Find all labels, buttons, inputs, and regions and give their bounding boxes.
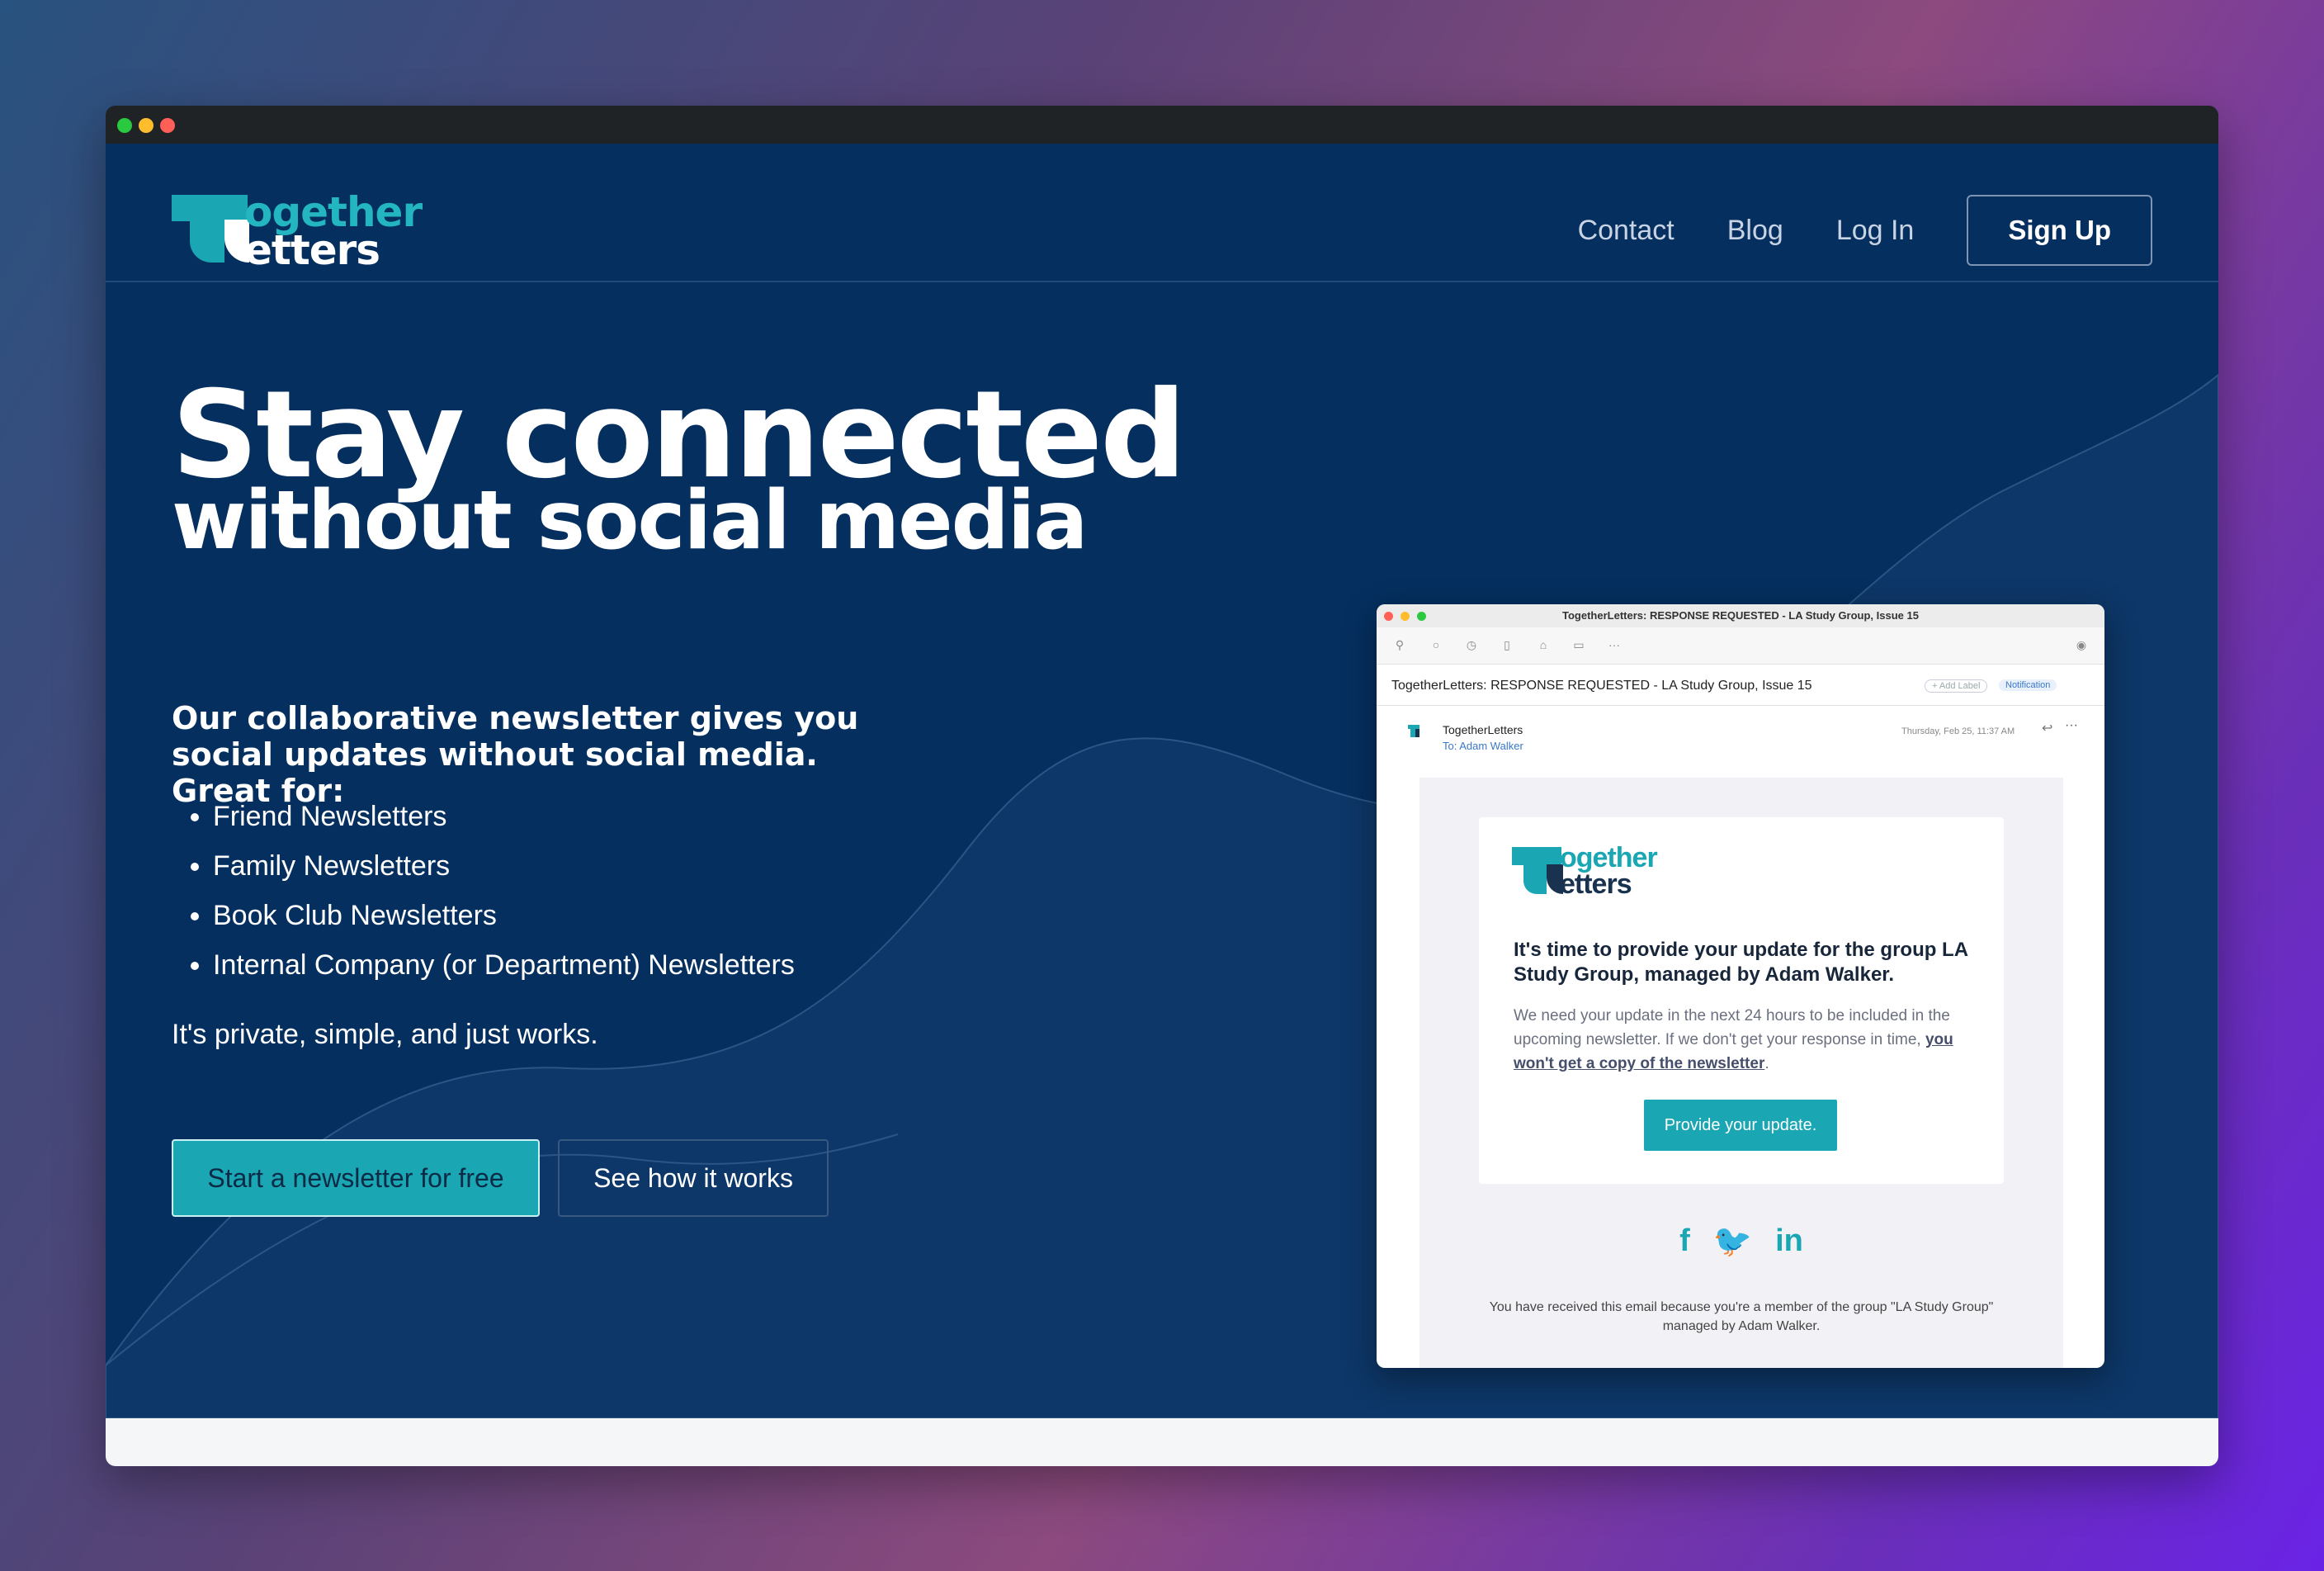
- email-recipient: To: Adam Walker: [1443, 740, 1523, 752]
- email-card: ogether etters It's time to provide your…: [1479, 817, 2004, 1184]
- email-subject: TogetherLetters: RESPONSE REQUESTED - LA…: [1391, 679, 1812, 693]
- list-item: Family Newsletters: [213, 847, 795, 897]
- avatar-icon: ◉: [2076, 638, 2087, 651]
- hero-lead: Our collaborative newsletter gives you s…: [172, 700, 859, 809]
- email-body-text: We need your update in the next 24 hours…: [1514, 1007, 1953, 1072]
- sender-avatar-icon: [1408, 725, 1419, 737]
- window-close-icon[interactable]: [117, 118, 132, 133]
- main-nav: Contact Blog Log In Sign Up: [1578, 193, 2152, 267]
- nav-divider: [106, 281, 2218, 282]
- email-footer-note: You have received this email because you…: [1489, 1300, 1994, 1333]
- logo-text-line2: etters: [244, 226, 380, 274]
- logo[interactable]: ogether etters: [172, 187, 427, 274]
- notification-chip: Notification: [1999, 679, 2057, 691]
- email-sender: TogetherLetters: [1443, 723, 1523, 736]
- email-heading: It's time to provide your update for the…: [1514, 939, 1968, 986]
- trash-icon: ▯: [1504, 638, 1510, 651]
- page-footer-strip: [106, 1418, 2218, 1466]
- hero-section: ogether etters Contact Blog Log In Sign …: [106, 144, 2218, 1418]
- logo-mark: [172, 195, 248, 221]
- add-label-chip: + Add Label: [1925, 679, 1988, 693]
- nav-contact-link[interactable]: Contact: [1578, 215, 1675, 247]
- clock-icon: ◷: [1466, 638, 1477, 651]
- circle-icon: ○: [1432, 638, 1440, 651]
- social-links: f 🐦 in: [1419, 1223, 2063, 1260]
- folder-icon: ▭: [1573, 638, 1585, 651]
- pin-icon: ⚲: [1395, 638, 1405, 651]
- twitter-icon: 🐦: [1712, 1224, 1753, 1259]
- email-logo: ogether etters: [1512, 842, 1693, 903]
- window-maximize-icon[interactable]: [160, 118, 175, 133]
- use-case-list: Friend Newsletters Family Newsletters Bo…: [172, 797, 795, 996]
- window-minimize-icon[interactable]: [139, 118, 154, 133]
- list-item: Internal Company (or Department) Newslet…: [213, 946, 795, 996]
- provide-update-button: Provide your update.: [1644, 1100, 1837, 1151]
- more-icon: ···: [1608, 638, 1620, 651]
- browser-window: ogether etters Contact Blog Log In Sign …: [106, 106, 2218, 1466]
- see-how-it-works-button[interactable]: See how it works: [558, 1139, 829, 1217]
- linkedin-icon: in: [1775, 1223, 1803, 1258]
- start-newsletter-button[interactable]: Start a newsletter for free: [172, 1139, 540, 1217]
- nav-blog-link[interactable]: Blog: [1727, 215, 1783, 247]
- email-window-title: TogetherLetters: RESPONSE REQUESTED - LA…: [1562, 609, 1919, 622]
- nav-login-link[interactable]: Log In: [1836, 215, 1915, 247]
- list-item: Book Club Newsletters: [213, 897, 795, 946]
- email-title-bar: TogetherLetters: RESPONSE REQUESTED - LA…: [1377, 604, 2104, 628]
- signup-button[interactable]: Sign Up: [1967, 195, 2152, 266]
- email-body: ogether etters It's time to provide your…: [1419, 778, 2063, 1368]
- more-icon: ···: [2065, 718, 2078, 732]
- hero-subtitle: without social media: [172, 474, 1088, 568]
- email-date: Thursday, Feb 25, 11:37 AM: [1901, 726, 2015, 736]
- title-bar: [106, 106, 2218, 144]
- list-item: Friend Newsletters: [213, 797, 795, 847]
- inbox-icon: ⌂: [1539, 638, 1547, 651]
- email-preview-window: TogetherLetters: RESPONSE REQUESTED - LA…: [1377, 604, 2104, 1368]
- hero-tagline: It's private, simple, and just works.: [172, 1019, 598, 1050]
- facebook-icon: f: [1679, 1223, 1690, 1258]
- reply-icon: ↩: [2042, 722, 2053, 736]
- email-toolbar: ⚲ ○ ◷ ▯ ⌂ ▭ ··· ◉: [1377, 627, 2104, 665]
